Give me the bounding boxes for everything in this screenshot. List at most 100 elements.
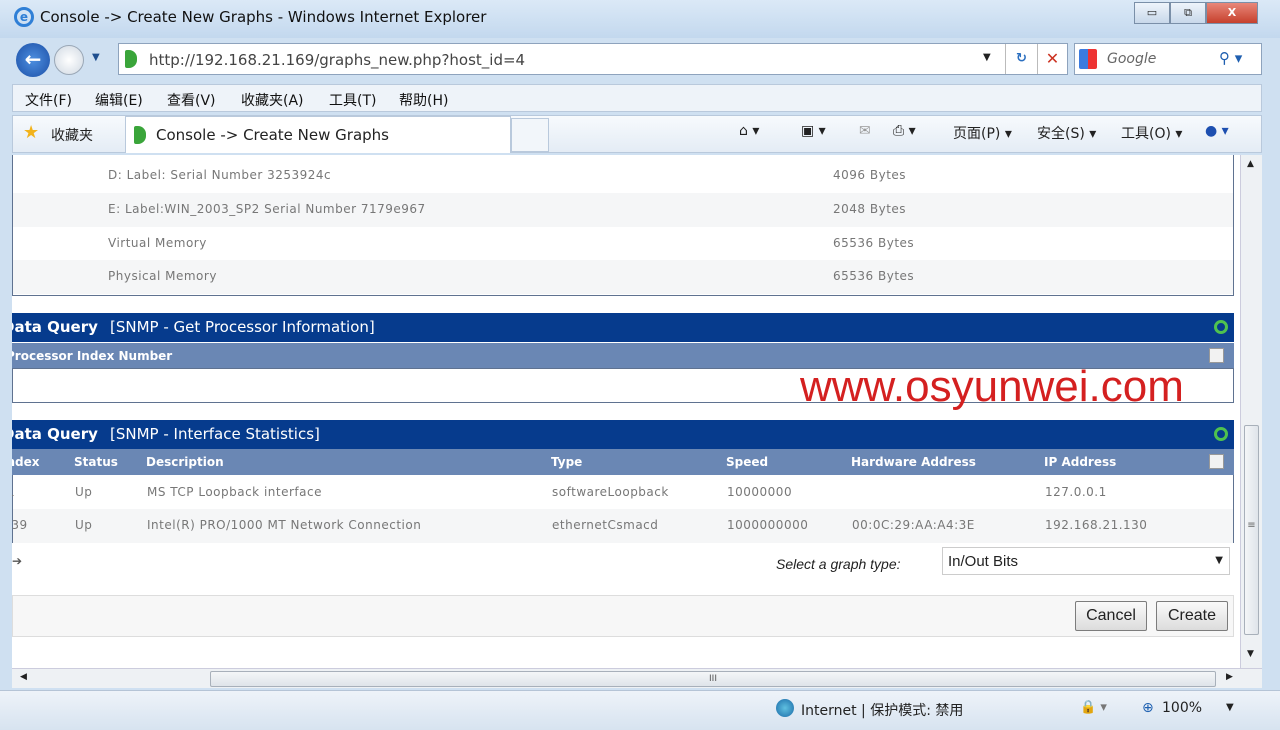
graph-type-select[interactable]: In/Out Bits ▼ xyxy=(942,547,1230,575)
scroll-up-icon[interactable]: ▲ xyxy=(1247,159,1254,169)
scroll-down-icon[interactable]: ▼ xyxy=(1247,649,1254,659)
print-icon[interactable]: ⎙ ▾ xyxy=(893,123,916,139)
menu-edit[interactable]: 编辑(E) xyxy=(95,90,143,110)
status-ring-icon xyxy=(1214,427,1228,441)
search-input[interactable]: Google xyxy=(1107,51,1156,67)
menu-file[interactable]: 文件(F) xyxy=(25,90,72,110)
scroll-left-icon[interactable]: ◀ xyxy=(20,672,27,682)
minimize-button[interactable]: ▭ xyxy=(1134,2,1170,24)
menu-bar: 文件(F) 编辑(E) 查看(V) 收藏夹(A) 工具(T) 帮助(H) xyxy=(12,84,1262,112)
table-row: Physical Memory 65536 Bytes xyxy=(13,260,1233,294)
query-prefix: Data Query xyxy=(12,425,98,443)
arrow-icon: ➔ xyxy=(12,554,22,568)
mail-icon[interactable]: ✉ xyxy=(859,123,871,139)
ie-logo-icon: e xyxy=(14,7,34,27)
table-row[interactable]: 65539 Up Intel(R) PRO/1000 MT Network Co… xyxy=(13,509,1233,543)
browser-tab[interactable]: Console -> Create New Graphs xyxy=(125,116,511,153)
scroll-right-icon[interactable]: ▶ xyxy=(1226,672,1233,682)
tools-menu[interactable]: 工具(O) ▾ xyxy=(1121,123,1182,143)
column-index[interactable]: Index xyxy=(12,455,39,469)
new-tab-button[interactable] xyxy=(511,118,549,152)
cell-hardware-address: 00:0C:29:AA:A4:3E xyxy=(852,518,975,532)
column-ip-address[interactable]: IP Address xyxy=(1044,455,1116,469)
watermark: www.osyunwei.com xyxy=(800,362,1184,412)
close-button[interactable]: X xyxy=(1206,2,1258,24)
row-description: E: Label:WIN_2003_SP2 Serial Number 7179… xyxy=(108,202,426,216)
protected-mode-icon[interactable]: 🔒 ▾ xyxy=(1080,700,1107,715)
table-row: D: Label: Serial Number 3253924c 4096 By… xyxy=(13,159,1233,193)
search-icon[interactable]: ⚲ ▾ xyxy=(1219,49,1242,67)
cell-ip-address: 127.0.0.1 xyxy=(1045,485,1107,499)
column-type[interactable]: Type xyxy=(551,455,582,469)
column-status[interactable]: Status xyxy=(74,455,118,469)
select-all-checkbox[interactable] xyxy=(1209,454,1224,469)
menu-view[interactable]: 查看(V) xyxy=(167,90,216,110)
menu-favorites[interactable]: 收藏夹(A) xyxy=(241,90,304,110)
history-dropdown-icon[interactable]: ▼ xyxy=(92,52,100,63)
zoom-dropdown-icon[interactable]: ▼ xyxy=(1226,702,1234,713)
vertical-scroll-thumb[interactable]: ≡ xyxy=(1244,425,1259,635)
zoom-level[interactable]: 100% xyxy=(1162,700,1202,716)
query-prefix: Data Query xyxy=(12,318,98,336)
row-description: Physical Memory xyxy=(108,269,217,283)
graph-type-label: Select a graph type: xyxy=(776,556,901,572)
stop-button[interactable]: ✕ xyxy=(1037,44,1067,74)
zoom-icon[interactable]: ⊕ xyxy=(1142,700,1154,716)
safety-menu[interactable]: 安全(S) ▾ xyxy=(1037,123,1096,143)
cell-type: ethernetCsmacd xyxy=(552,518,658,532)
row-size: 65536 Bytes xyxy=(833,236,914,250)
cell-type: softwareLoopback xyxy=(552,485,669,499)
cancel-button[interactable]: Cancel xyxy=(1075,601,1147,631)
cell-description: Intel(R) PRO/1000 MT Network Connection xyxy=(147,518,421,532)
table-row: Virtual Memory 65536 Bytes xyxy=(13,227,1233,261)
back-button[interactable]: ← xyxy=(16,43,50,77)
horizontal-scroll-thumb[interactable]: III xyxy=(210,671,1216,687)
vertical-scrollbar[interactable]: ▲ ≡ ▼ xyxy=(1240,155,1262,668)
column-hardware-address[interactable]: Hardware Address xyxy=(851,455,976,469)
column-speed[interactable]: Speed xyxy=(726,455,768,469)
search-box[interactable]: Google ⚲ ▾ xyxy=(1074,43,1262,75)
cell-speed: 1000000000 xyxy=(727,518,808,532)
favorites-star-icon[interactable]: ★ xyxy=(23,122,39,143)
globe-icon xyxy=(776,699,794,717)
tab-label: Console -> Create New Graphs xyxy=(156,126,389,144)
status-ring-icon xyxy=(1214,320,1228,334)
refresh-button[interactable]: ↻ xyxy=(1005,44,1037,74)
home-icon[interactable]: ⌂ ▾ xyxy=(739,123,759,139)
cell-index: 1 xyxy=(12,485,15,499)
address-dropdown-icon[interactable]: ▼ xyxy=(983,52,991,63)
row-description: D: Label: Serial Number 3253924c xyxy=(108,168,331,182)
cell-description: MS TCP Loopback interface xyxy=(147,485,322,499)
select-all-checkbox[interactable] xyxy=(1209,348,1224,363)
cell-speed: 10000000 xyxy=(727,485,792,499)
row-description: Virtual Memory xyxy=(108,236,207,250)
menu-tools[interactable]: 工具(T) xyxy=(329,90,376,110)
storage-table: D: Label: Serial Number 3253924c 4096 By… xyxy=(12,155,1234,296)
tab-favicon-icon xyxy=(134,126,146,144)
column-processor-index: Processor Index Number xyxy=(12,349,172,363)
page-menu[interactable]: 页面(P) ▾ xyxy=(953,123,1012,143)
row-size: 2048 Bytes xyxy=(833,202,906,216)
query-name: [SNMP - Interface Statistics] xyxy=(110,425,320,443)
window-title: Console -> Create New Graphs - Windows I… xyxy=(40,8,486,26)
status-bar: Internet | 保护模式: 禁用 🔒 ▾ ⊕ 100% ▼ xyxy=(0,690,1280,730)
create-button[interactable]: Create xyxy=(1156,601,1228,631)
rss-feed-icon[interactable]: ▣ ▾ xyxy=(801,123,826,139)
forward-button[interactable] xyxy=(54,45,84,75)
url-input[interactable]: http://192.168.21.169/graphs_new.php?hos… xyxy=(149,51,525,69)
maximize-button[interactable]: ⧉ xyxy=(1170,2,1206,24)
address-bar[interactable]: http://192.168.21.169/graphs_new.php?hos… xyxy=(118,43,1068,75)
cell-ip-address: 192.168.21.130 xyxy=(1045,518,1147,532)
menu-help[interactable]: 帮助(H) xyxy=(399,90,448,110)
interface-table: 1 Up MS TCP Loopback interface softwareL… xyxy=(12,475,1234,543)
help-icon[interactable]: ● ▾ xyxy=(1205,123,1229,139)
favorites-button[interactable]: 收藏夹 xyxy=(51,125,93,145)
horizontal-scrollbar[interactable]: ◀ III ▶ xyxy=(12,668,1262,688)
column-description[interactable]: Description xyxy=(146,455,224,469)
row-size: 4096 Bytes xyxy=(833,168,906,182)
favorites-bar: ★ 收藏夹 Console -> Create New Graphs ⌂ ▾ ▣… xyxy=(12,115,1262,153)
title-bar: e Console -> Create New Graphs - Windows… xyxy=(0,0,1280,38)
interface-column-header: Index Status Description Type Speed Hard… xyxy=(12,449,1234,475)
table-row[interactable]: 1 Up MS TCP Loopback interface softwareL… xyxy=(13,475,1233,509)
security-zone[interactable]: Internet | 保护模式: 禁用 xyxy=(801,700,963,720)
